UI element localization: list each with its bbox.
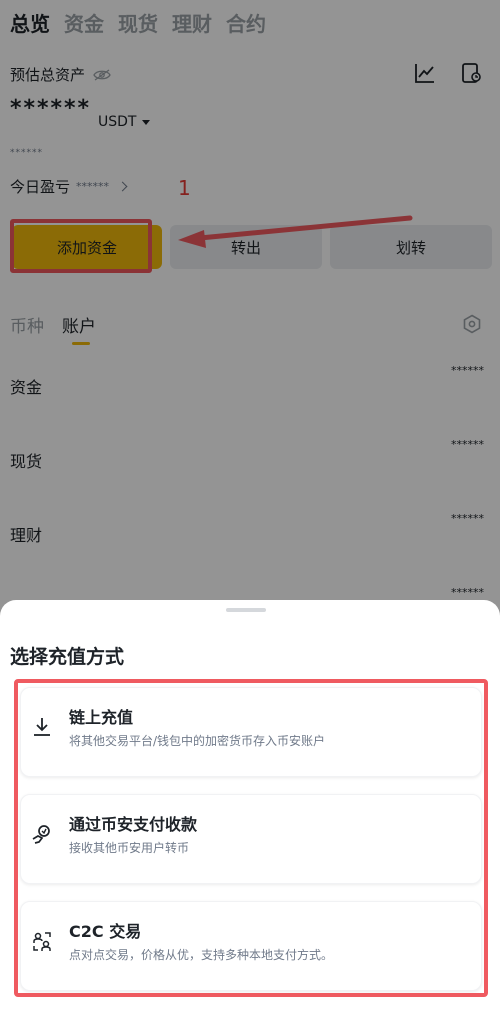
deposit-method-sheet: 选择充值方式 链上充值 将其他交易平台/钱包中的加密货币存入币安账户 通过币安支… — [0, 600, 500, 1015]
sheet-title: 选择充值方式 — [10, 646, 125, 668]
sheet-drag-handle[interactable] — [226, 608, 266, 612]
annotation-options-highlight — [14, 679, 488, 997]
